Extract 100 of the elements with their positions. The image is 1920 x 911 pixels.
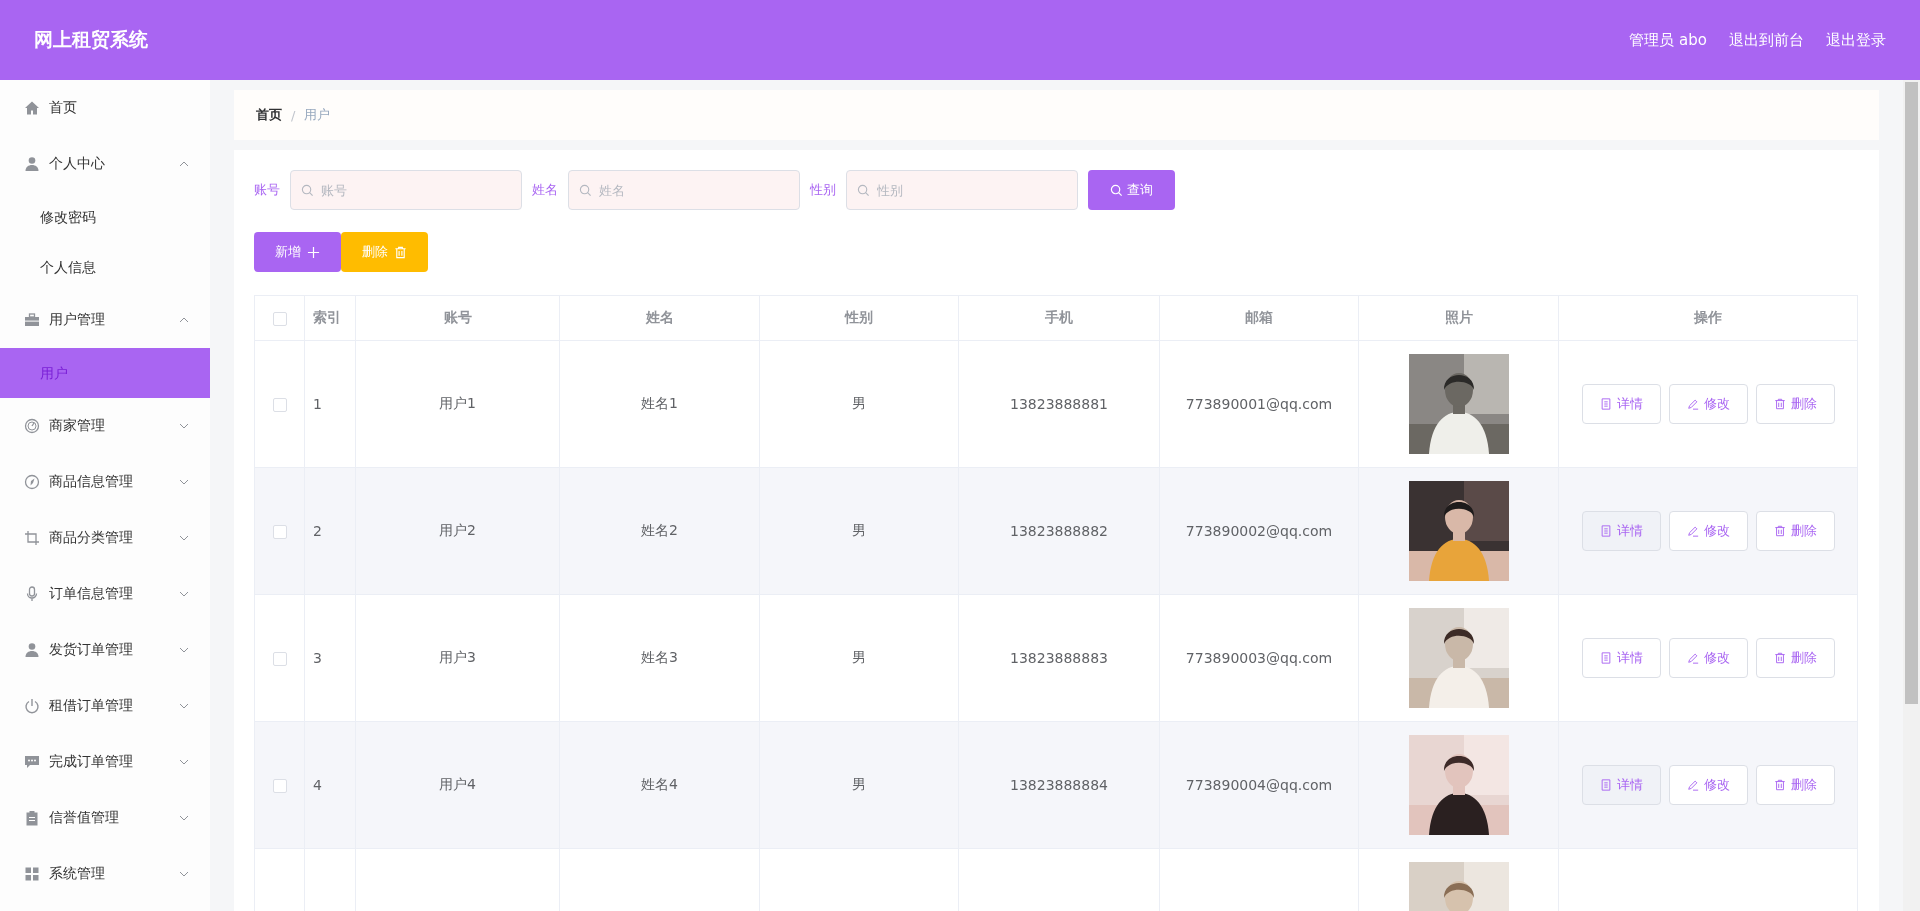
trash-icon [1773, 398, 1786, 410]
table-cell: 4 [313, 777, 322, 793]
edit-button[interactable]: 修改 [1668, 765, 1748, 805]
edit-button[interactable]: 修改 [1668, 511, 1748, 551]
menu-label: 发货订单管理 [49, 641, 134, 659]
app-title: 网上租贸系统 [34, 27, 148, 52]
column-header: 性别 [845, 309, 873, 325]
breadcrumb-separator: / [291, 107, 296, 123]
menu-label: 完成订单管理 [49, 753, 134, 771]
table-cell: 男 [852, 395, 866, 411]
crop-icon [24, 530, 40, 546]
delete-button[interactable]: 删除 [1755, 511, 1835, 551]
field-label: 账号 [254, 181, 280, 199]
menu-item[interactable]: 租借订单管理 [0, 678, 210, 734]
select-all-checkbox[interactable] [272, 312, 287, 326]
table-cell: 1 [313, 396, 322, 412]
column-header: 照片 [1444, 309, 1473, 325]
menu-item[interactable]: 信誉值管理 [0, 790, 210, 846]
menu-item[interactable]: 首页 [0, 80, 210, 136]
header-link[interactable]: 管理员 abo [1629, 30, 1707, 50]
breadcrumb-item: 用户 [304, 106, 331, 124]
document-icon [1599, 398, 1612, 410]
table-cell: 用户2 [439, 522, 476, 538]
table-cell: 用户3 [439, 649, 476, 665]
menu-label: 用户管理 [49, 311, 106, 329]
menu-label: 商品分类管理 [49, 529, 134, 547]
row-checkbox[interactable] [272, 398, 287, 412]
pencil-icon [1686, 398, 1699, 410]
menu-label: 个人中心 [49, 155, 106, 173]
delete-button[interactable]: 删除 [1755, 765, 1835, 805]
document-icon [1599, 525, 1612, 537]
menu-label: 信誉值管理 [49, 809, 120, 827]
document-icon [1599, 779, 1612, 791]
trash-icon [1773, 525, 1786, 537]
search-field[interactable]: 姓名 [568, 170, 800, 210]
menu-label: 首页 [49, 99, 78, 117]
menu-label: 系统管理 [49, 865, 106, 883]
table-cell: 男 [852, 776, 866, 792]
search-icon [857, 184, 870, 197]
scrollbar-thumb[interactable] [1905, 82, 1918, 704]
menu-item[interactable]: 商家管理 [0, 398, 210, 454]
submenu-item[interactable]: 修改密码 [0, 192, 210, 242]
trash-icon [1773, 779, 1786, 791]
scrollbar[interactable] [1903, 80, 1920, 911]
field-label: 性别 [810, 181, 836, 199]
search-button[interactable]: 查询 [1088, 170, 1175, 210]
edit-button[interactable]: 修改 [1668, 638, 1748, 678]
detail-button[interactable]: 详情 [1581, 638, 1661, 678]
search-field[interactable]: 性别 [846, 170, 1078, 210]
table-cell: 773890002@qq.com [1185, 523, 1333, 539]
column-header: 索引 [313, 309, 341, 325]
table-cell: 773890001@qq.com [1185, 396, 1333, 412]
row-checkbox[interactable] [272, 525, 287, 539]
header-link[interactable]: 退出登录 [1826, 30, 1886, 50]
row-checkbox[interactable] [272, 652, 287, 666]
person-icon [24, 642, 40, 658]
table-cell: 用户4 [439, 776, 476, 792]
menu-label: 商品信息管理 [49, 473, 134, 491]
edit-button[interactable]: 修改 [1668, 384, 1748, 424]
column-header: 姓名 [645, 309, 674, 325]
table-cell: 773890004@qq.com [1185, 777, 1333, 793]
header-link[interactable]: 退出到前台 [1729, 30, 1804, 50]
chat-icon [24, 754, 40, 770]
table-cell: 姓名1 [641, 395, 678, 411]
briefcase-icon [24, 312, 40, 328]
gauge-icon [24, 418, 40, 434]
search-field[interactable]: 账号 [290, 170, 522, 210]
column-header: 账号 [443, 309, 472, 325]
grid-icon [24, 866, 40, 882]
breadcrumb-item[interactable]: 首页 [256, 106, 282, 124]
table-cell: 13823888881 [1010, 396, 1108, 412]
menu-item[interactable]: 商品信息管理 [0, 454, 210, 510]
detail-button[interactable]: 详情 [1581, 384, 1661, 424]
menu-item[interactable]: 用户管理 [0, 292, 210, 348]
detail-button[interactable]: 详情 [1581, 511, 1661, 551]
menu-label: 订单信息管理 [49, 585, 134, 603]
row-checkbox[interactable] [272, 779, 287, 793]
menu-item[interactable]: 系统管理 [0, 846, 210, 902]
plus-icon [307, 245, 320, 259]
add-button[interactable]: 新增 [254, 232, 341, 272]
delete-button[interactable]: 删除 [1755, 384, 1835, 424]
pencil-icon [1686, 525, 1699, 537]
table-cell: 男 [852, 649, 866, 665]
table-cell: 男 [852, 522, 866, 538]
delete-button[interactable]: 删除 [1755, 638, 1835, 678]
document-icon [1599, 652, 1612, 664]
menu-item[interactable]: 完成订单管理 [0, 734, 210, 790]
detail-button[interactable]: 详情 [1581, 765, 1661, 805]
menu-item[interactable]: 订单信息管理 [0, 566, 210, 622]
trash-icon [394, 245, 407, 259]
menu-item[interactable]: 商品分类管理 [0, 510, 210, 566]
table-cell: 用户1 [439, 395, 476, 411]
menu-item[interactable]: 个人中心 [0, 136, 210, 192]
menu-item[interactable]: 发货订单管理 [0, 622, 210, 678]
trash-icon [1773, 652, 1786, 664]
menu-label: 租借订单管理 [49, 697, 134, 715]
submenu-item[interactable]: 用户 [0, 348, 210, 398]
submenu-item[interactable]: 个人信息 [0, 242, 210, 292]
column-header: 操作 [1694, 309, 1722, 325]
table-cell: 773890003@qq.com [1185, 650, 1333, 666]
